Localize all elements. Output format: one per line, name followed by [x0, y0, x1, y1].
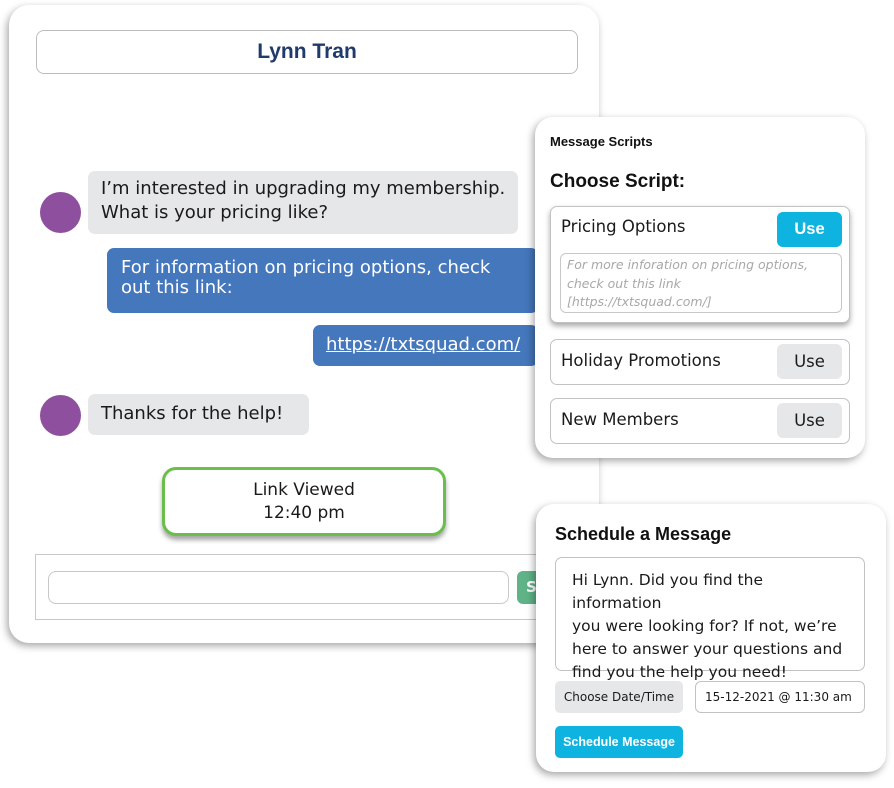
message-line: you were looking for? If not, we’re [572, 617, 837, 635]
message-input[interactable] [48, 571, 509, 604]
use-script-button[interactable]: Use [777, 344, 842, 379]
script-card-new-members[interactable]: New Members Use [550, 398, 850, 444]
message-composer: S [35, 554, 565, 620]
datetime-field[interactable]: 15-12-2021 @ 11:30 am [695, 681, 865, 713]
script-card-pricing-options[interactable]: Pricing Options Use For more inforation … [550, 206, 850, 323]
preview-line: [https://txtsquad.com/] [567, 294, 712, 309]
message-line: Hi Lynn. Did you find the information [572, 571, 763, 612]
preview-line: check out this link [567, 275, 681, 291]
event-title: Link Viewed [253, 479, 355, 500]
message-line: What is your pricing like? [101, 202, 329, 223]
link-viewed-event: Link Viewed 12:40 pm [162, 467, 446, 536]
use-script-button[interactable]: Use [777, 403, 842, 438]
schedule-message-panel: Schedule a Message Hi Lynn. Did you find… [536, 504, 886, 772]
contact-name-header: Lynn Tran [36, 30, 578, 74]
message-line: here to answer your questions and [572, 640, 843, 658]
use-script-button[interactable]: Use [777, 212, 842, 247]
script-name: Pricing Options [561, 217, 686, 236]
scheduled-message-textarea[interactable]: Hi Lynn. Did you find the information yo… [555, 557, 865, 681]
message-scripts-panel: Message Scripts Choose Script: Pricing O… [535, 117, 865, 458]
message-line: Thanks for the help! [101, 403, 284, 424]
choose-script-heading: Choose Script: [550, 171, 686, 192]
pricing-link[interactable]: https://txtsquad.com/ [326, 334, 520, 355]
script-card-holiday-promotions[interactable]: Holiday Promotions Use [550, 339, 850, 385]
contact-avatar [40, 395, 81, 436]
contact-name: Lynn Tran [257, 40, 357, 63]
incoming-message: Thanks for the help! [88, 394, 309, 435]
preview-line: For more inforation on pricing options, [567, 257, 809, 272]
outgoing-link-message: https://txtsquad.com/ [313, 325, 538, 366]
choose-date-time-button[interactable]: Choose Date/Time [555, 681, 683, 713]
message-line: I’m interested in upgrading my membershi… [101, 178, 506, 199]
schedule-title: Schedule a Message [555, 524, 732, 544]
contact-avatar [40, 192, 81, 233]
chat-window: Lynn Tran I’m interested in upgrading my… [9, 5, 599, 643]
outgoing-message: For information on pricing options, chec… [107, 248, 538, 313]
message-line: For information on pricing options, chec… [121, 257, 491, 278]
event-time: 12:40 pm [263, 502, 345, 523]
incoming-message: I’m interested in upgrading my membershi… [88, 171, 518, 234]
script-name: New Members [561, 410, 679, 429]
schedule-message-button[interactable]: Schedule Message [555, 726, 683, 758]
script-preview: For more inforation on pricing options, … [560, 253, 842, 313]
message-line: out this link: [121, 277, 233, 298]
script-name: Holiday Promotions [561, 351, 721, 370]
panel-title: Message Scripts [550, 134, 653, 149]
